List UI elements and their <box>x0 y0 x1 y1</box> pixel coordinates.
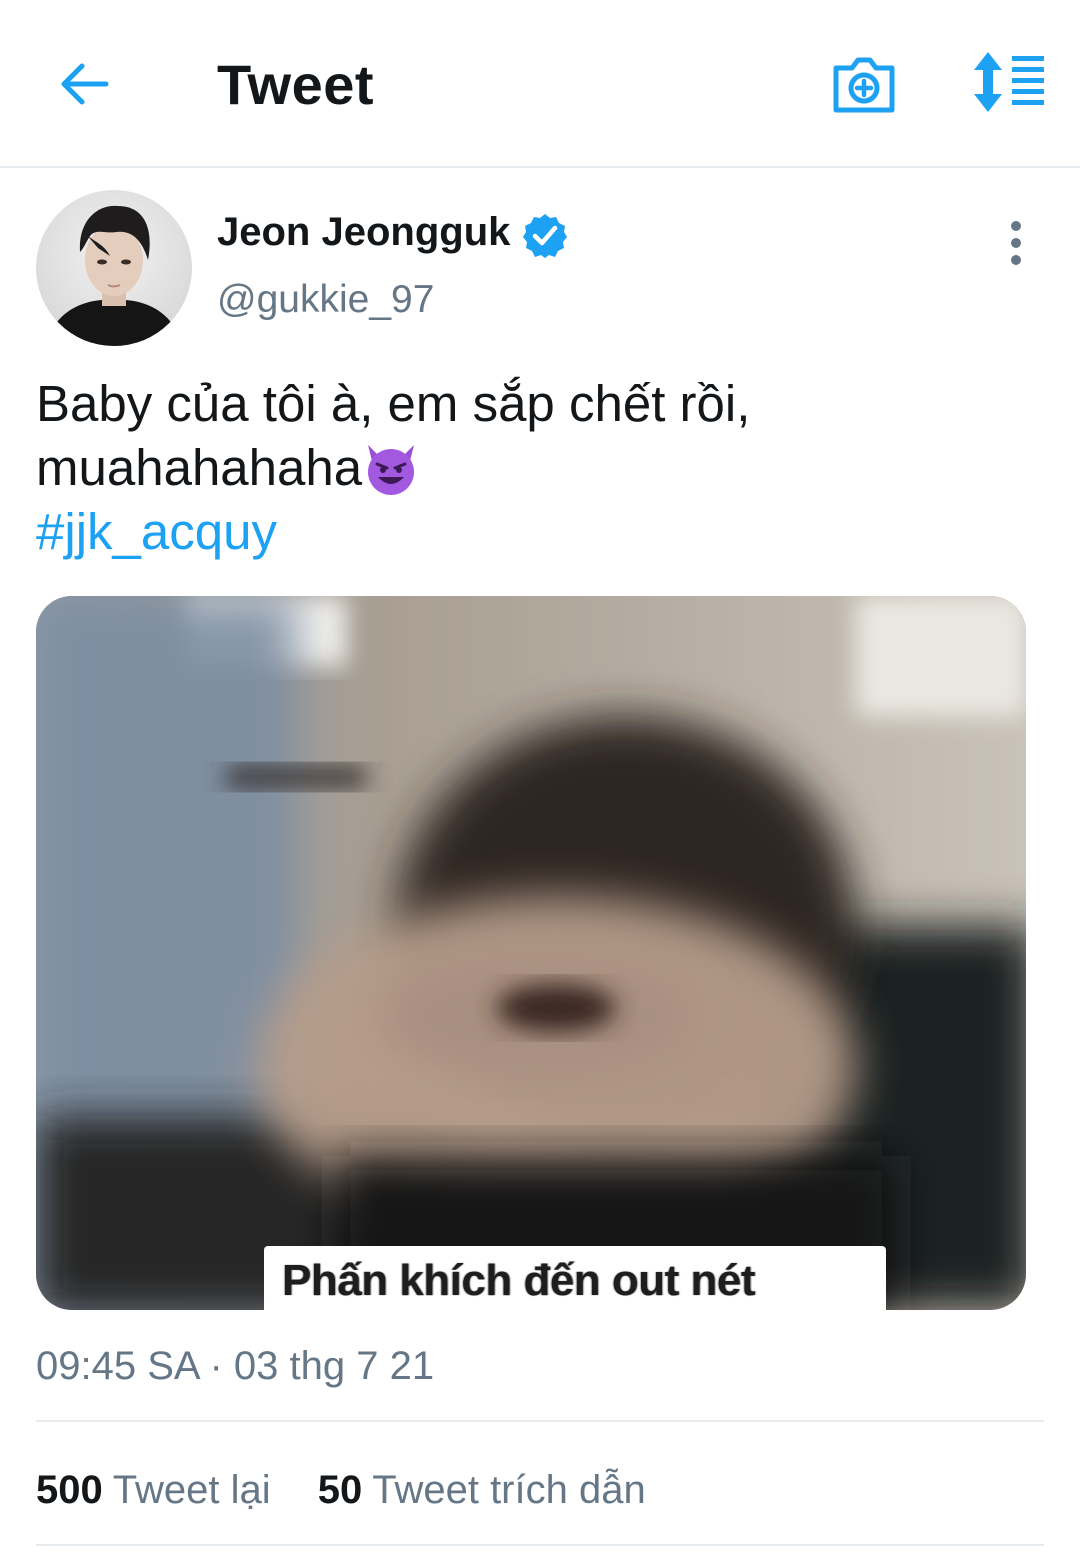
tweet-text-line2: muahahahaha <box>36 436 1036 500</box>
media-caption-text: Phấn khích đến out nét <box>282 1256 756 1305</box>
more-options-button[interactable] <box>996 218 1036 268</box>
arrow-left-icon <box>61 63 109 105</box>
smiling-devil-emoji-icon <box>368 445 415 495</box>
back-button[interactable] <box>54 54 114 114</box>
tweet-media-image[interactable]: Phấn khích đến out nét <box>36 596 1026 1310</box>
avatar[interactable] <box>36 190 192 346</box>
verified-badge-icon <box>523 214 567 258</box>
quotes-stat[interactable]: 50 Tweet trích dẫn <box>318 1468 646 1513</box>
tweet-detail-screen: Tweet Jeon Jeongguk @gukkie_97 Baby của … <box>0 0 1080 1556</box>
divider <box>36 1420 1044 1422</box>
retweets-label: Tweet lại <box>112 1468 271 1512</box>
sort-replies-button[interactable] <box>968 50 1048 114</box>
sort-icon <box>974 52 1044 112</box>
tweet-text: Baby của tôi à, em sắp chết rồi, muahaha… <box>36 372 1036 500</box>
add-photo-button[interactable] <box>830 52 898 116</box>
camera-add-icon <box>833 57 895 113</box>
blurred-photo <box>36 596 1026 1310</box>
author-handle[interactable]: @gukkie_97 <box>217 278 434 322</box>
more-vertical-icon <box>1011 221 1021 265</box>
retweets-count: 500 <box>36 1468 103 1512</box>
top-app-bar: Tweet <box>0 0 1080 168</box>
quotes-label: Tweet trích dẫn <box>372 1468 646 1512</box>
tweet-stats: 500 Tweet lại 50 Tweet trích dẫn <box>36 1468 682 1513</box>
retweets-stat[interactable]: 500 Tweet lại <box>36 1468 271 1513</box>
author-name[interactable]: Jeon Jeongguk <box>217 210 510 255</box>
avatar-photo <box>36 190 192 346</box>
tweet-text-line2-text: muahahahaha <box>36 439 363 496</box>
divider-bottom <box>36 1544 1044 1546</box>
hashtag-link[interactable]: #jjk_acquy <box>36 500 277 564</box>
quotes-count: 50 <box>317 1468 363 1512</box>
tweet-timestamp: 09:45 SA · 03 thg 7 21 <box>36 1344 435 1388</box>
page-title: Tweet <box>217 53 375 116</box>
tweet-text-line1: Baby của tôi à, em sắp chết rồi, <box>36 375 751 432</box>
